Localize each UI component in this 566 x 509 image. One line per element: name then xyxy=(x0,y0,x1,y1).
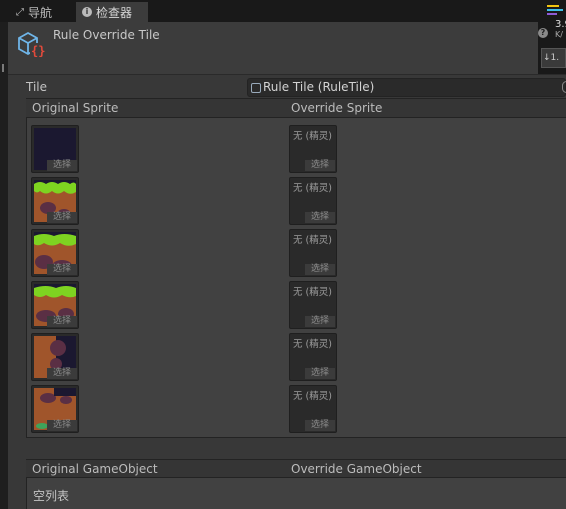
gameobject-list: 空列表 xyxy=(26,478,566,509)
override-sprite-slot[interactable]: 无 (精灵) 选择 xyxy=(289,177,337,225)
original-sprite-slot[interactable]: 选择 xyxy=(31,229,79,277)
override-sprite-slot[interactable]: 无 (精灵) 选择 xyxy=(289,385,337,433)
rule-tile-icon: {} xyxy=(16,30,46,60)
select-button[interactable]: 选择 xyxy=(305,160,335,171)
tile-field-value: Rule Tile (RuleTile) xyxy=(263,80,375,94)
sprite-list-header: Original Sprite Override Sprite xyxy=(26,98,566,118)
none-sprite-label: 无 (精灵) xyxy=(293,339,332,350)
original-sprite-header: Original Sprite xyxy=(32,101,119,115)
none-sprite-label: 无 (精灵) xyxy=(293,235,332,246)
select-button[interactable]: 选择 xyxy=(305,212,335,223)
tab-navigation-label: 导航 xyxy=(28,5,53,20)
svg-text:{}: {} xyxy=(31,44,45,58)
select-button[interactable]: 选择 xyxy=(47,368,77,379)
none-sprite-label: 无 (精灵) xyxy=(293,131,332,142)
select-button[interactable]: 选择 xyxy=(47,316,77,327)
left-gutter xyxy=(0,22,8,509)
override-sprite-slot[interactable]: 无 (精灵) 选择 xyxy=(289,125,337,173)
drag-handle[interactable] xyxy=(2,64,6,72)
original-sprite-slot[interactable]: 选择 xyxy=(31,177,79,225)
stat-unit: K/ xyxy=(555,30,563,39)
select-button[interactable]: 选择 xyxy=(305,316,335,327)
page-title: Rule Override Tile xyxy=(53,28,160,42)
original-sprite-slot[interactable]: 选择 xyxy=(31,281,79,329)
select-button[interactable]: 选择 xyxy=(47,264,77,275)
tile-label: Tile xyxy=(26,80,48,94)
gameobject-list-header: Original GameObject Override GameObject xyxy=(26,459,566,478)
select-button[interactable]: 选择 xyxy=(47,420,77,431)
rule-tile-field-icon xyxy=(251,83,261,93)
info-icon: i xyxy=(82,7,92,17)
object-picker-icon[interactable] xyxy=(562,81,566,93)
none-sprite-label: 无 (精灵) xyxy=(293,391,332,402)
select-button[interactable]: 选择 xyxy=(305,368,335,379)
expand-icon: ⤢ xyxy=(16,6,24,18)
stats-bars-icon xyxy=(547,3,566,17)
tile-object-field[interactable]: Rule Tile (RuleTile) xyxy=(247,78,566,97)
stat-value: 3.9 xyxy=(555,19,566,30)
select-button[interactable]: 选择 xyxy=(47,160,77,171)
override-sprite-slot[interactable]: 无 (精灵) 选择 xyxy=(289,333,337,381)
original-sprite-slot[interactable]: 选择 xyxy=(31,125,79,173)
help-icon[interactable]: ? xyxy=(538,28,548,38)
override-gameobject-header: Override GameObject xyxy=(291,462,422,476)
select-button[interactable]: 选择 xyxy=(305,420,335,431)
tab-inspector-label: 检查器 xyxy=(96,5,133,20)
override-sprite-slot[interactable]: 无 (精灵) 选择 xyxy=(289,281,337,329)
tab-inspector[interactable]: i 检查器 xyxy=(76,2,148,22)
original-sprite-slot[interactable]: 选择 xyxy=(31,385,79,433)
empty-list-label: 空列表 xyxy=(33,489,70,503)
override-sprite-slot[interactable]: 无 (精灵) 选择 xyxy=(289,229,337,277)
tab-navigation[interactable]: ⤢ 导航 xyxy=(10,2,80,22)
override-sprite-header: Override Sprite xyxy=(291,101,383,115)
none-sprite-label: 无 (精灵) xyxy=(293,287,332,298)
original-gameobject-header: Original GameObject xyxy=(32,462,158,476)
stat-box[interactable]: ↓1. xyxy=(541,48,566,68)
select-button[interactable]: 选择 xyxy=(305,264,335,275)
none-sprite-label: 无 (精灵) xyxy=(293,183,332,194)
original-sprite-slot[interactable]: 选择 xyxy=(31,333,79,381)
select-button[interactable]: 选择 xyxy=(47,212,77,223)
